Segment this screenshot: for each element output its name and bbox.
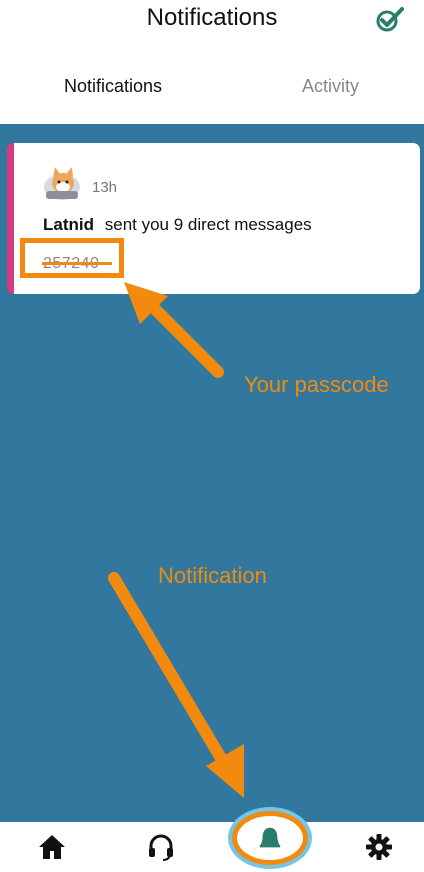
- tab-activity[interactable]: Activity: [302, 76, 359, 97]
- notification-text: sent you 9 direct messages: [104, 215, 312, 234]
- nav-notifications[interactable]: [232, 811, 308, 865]
- passcode-annotation-label: Your passcode: [244, 372, 389, 397]
- notification-annotation-label: Notification: [158, 563, 267, 588]
- cat-avatar: [44, 167, 80, 200]
- bell-icon: [259, 827, 281, 848]
- passcode-highlight-box: [20, 238, 124, 278]
- nav-settings[interactable]: [364, 832, 394, 862]
- nav-home[interactable]: [37, 832, 67, 862]
- tab-bar: Notifications Activity: [0, 76, 424, 106]
- notification-time: 13h: [92, 179, 118, 196]
- notification-list: 13h Latnid sent you 9 direct messages 25…: [0, 124, 424, 822]
- app-header: Notifications Notifications Activity: [0, 0, 424, 124]
- notification-sender: Latnid: [43, 215, 94, 234]
- page-title: Notifications: [146, 4, 278, 31]
- nav-support[interactable]: [146, 832, 176, 862]
- tab-notifications[interactable]: Notifications: [64, 76, 162, 97]
- home-icon: [39, 835, 65, 859]
- notification-message: Latnid sent you 9 direct messages: [43, 215, 312, 235]
- headphones-icon: [149, 834, 173, 861]
- bottom-nav: [0, 822, 424, 872]
- check-badge-icon[interactable]: [376, 6, 404, 32]
- gear-icon: [366, 834, 392, 860]
